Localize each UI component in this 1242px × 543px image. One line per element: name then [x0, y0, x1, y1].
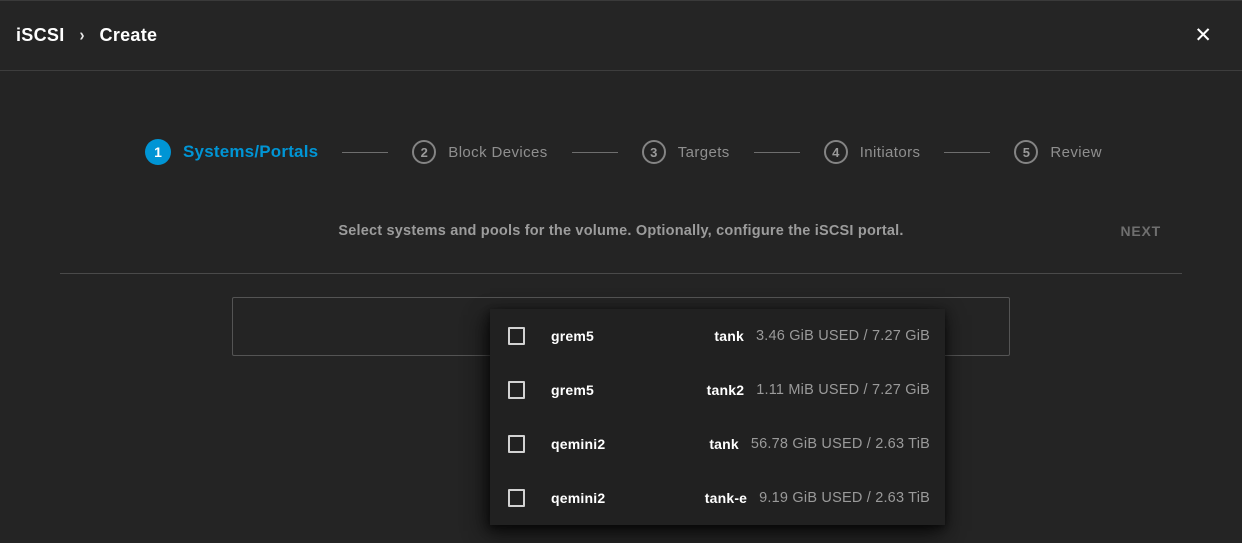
option-checkbox[interactable]: [508, 381, 525, 399]
wizard-stepper: 1 Systems/Portals 2 Block Devices 3 Targ…: [145, 129, 1102, 175]
step-connector: [342, 152, 388, 153]
dropdown-option-row[interactable]: qemini2 tank-e 9.19 GiB USED / 2.63 TiB: [490, 471, 945, 525]
option-pool-name: tank-e: [705, 490, 747, 506]
dropdown-option-row[interactable]: grem5 tank 3.46 GiB USED / 7.27 GiB: [490, 309, 945, 363]
step-number-badge: 2: [412, 140, 436, 164]
step-number-badge: 3: [642, 140, 666, 164]
option-pool-name: tank2: [707, 382, 745, 398]
chevron-right-icon: ›: [80, 26, 85, 46]
option-system-name: qemini2: [551, 436, 605, 452]
option-pool-name: tank: [709, 436, 739, 452]
step-connector: [944, 152, 990, 153]
step-label: Initiators: [860, 144, 921, 161]
step-number-badge: 4: [824, 140, 848, 164]
breadcrumb-root[interactable]: iSCSI: [16, 25, 65, 46]
step-label: Targets: [678, 144, 730, 161]
step-label: Review: [1050, 144, 1102, 161]
step-number-badge: 5: [1014, 140, 1038, 164]
step-review[interactable]: 5 Review: [1014, 140, 1102, 164]
page-title: Create: [100, 25, 158, 46]
step-connector: [572, 152, 618, 153]
systems-pools-dropdown: grem5 tank 3.46 GiB USED / 7.27 GiB grem…: [490, 309, 945, 525]
dropdown-option-row[interactable]: grem5 tank2 1.11 MiB USED / 7.27 GiB: [490, 363, 945, 417]
option-system-name: grem5: [551, 382, 594, 398]
option-usage-text: 3.46 GiB USED / 7.27 GiB: [756, 328, 930, 344]
next-button[interactable]: NEXT: [1120, 223, 1161, 239]
section-divider: [60, 273, 1182, 274]
step-initiators[interactable]: 4 Initiators: [824, 140, 921, 164]
step-connector: [754, 152, 800, 153]
option-usage-text: 56.78 GiB USED / 2.63 TiB: [751, 436, 930, 452]
step-number-badge: 1: [145, 139, 171, 165]
step-label: Block Devices: [448, 144, 547, 161]
close-icon[interactable]: ✕: [1190, 21, 1216, 50]
option-checkbox[interactable]: [508, 489, 525, 507]
step-instruction-text: Select systems and pools for the volume.…: [0, 223, 1242, 239]
option-checkbox[interactable]: [508, 327, 525, 345]
step-targets[interactable]: 3 Targets: [642, 140, 730, 164]
dropdown-option-row[interactable]: qemini2 tank 56.78 GiB USED / 2.63 TiB: [490, 417, 945, 471]
option-system-name: qemini2: [551, 490, 605, 506]
option-usage-text: 9.19 GiB USED / 2.63 TiB: [759, 490, 930, 506]
iscsi-create-wizard-dialog: iSCSI › Create ✕ 1 Systems/Portals 2 Blo…: [0, 0, 1242, 543]
option-pool-name: tank: [714, 328, 744, 344]
option-system-name: grem5: [551, 328, 594, 344]
step-systems-portals[interactable]: 1 Systems/Portals: [145, 139, 318, 165]
step-block-devices[interactable]: 2 Block Devices: [412, 140, 547, 164]
dialog-header: iSCSI › Create ✕: [0, 1, 1242, 71]
option-checkbox[interactable]: [508, 435, 525, 453]
option-usage-text: 1.11 MiB USED / 7.27 GiB: [756, 382, 930, 398]
step-label: Systems/Portals: [183, 142, 318, 162]
